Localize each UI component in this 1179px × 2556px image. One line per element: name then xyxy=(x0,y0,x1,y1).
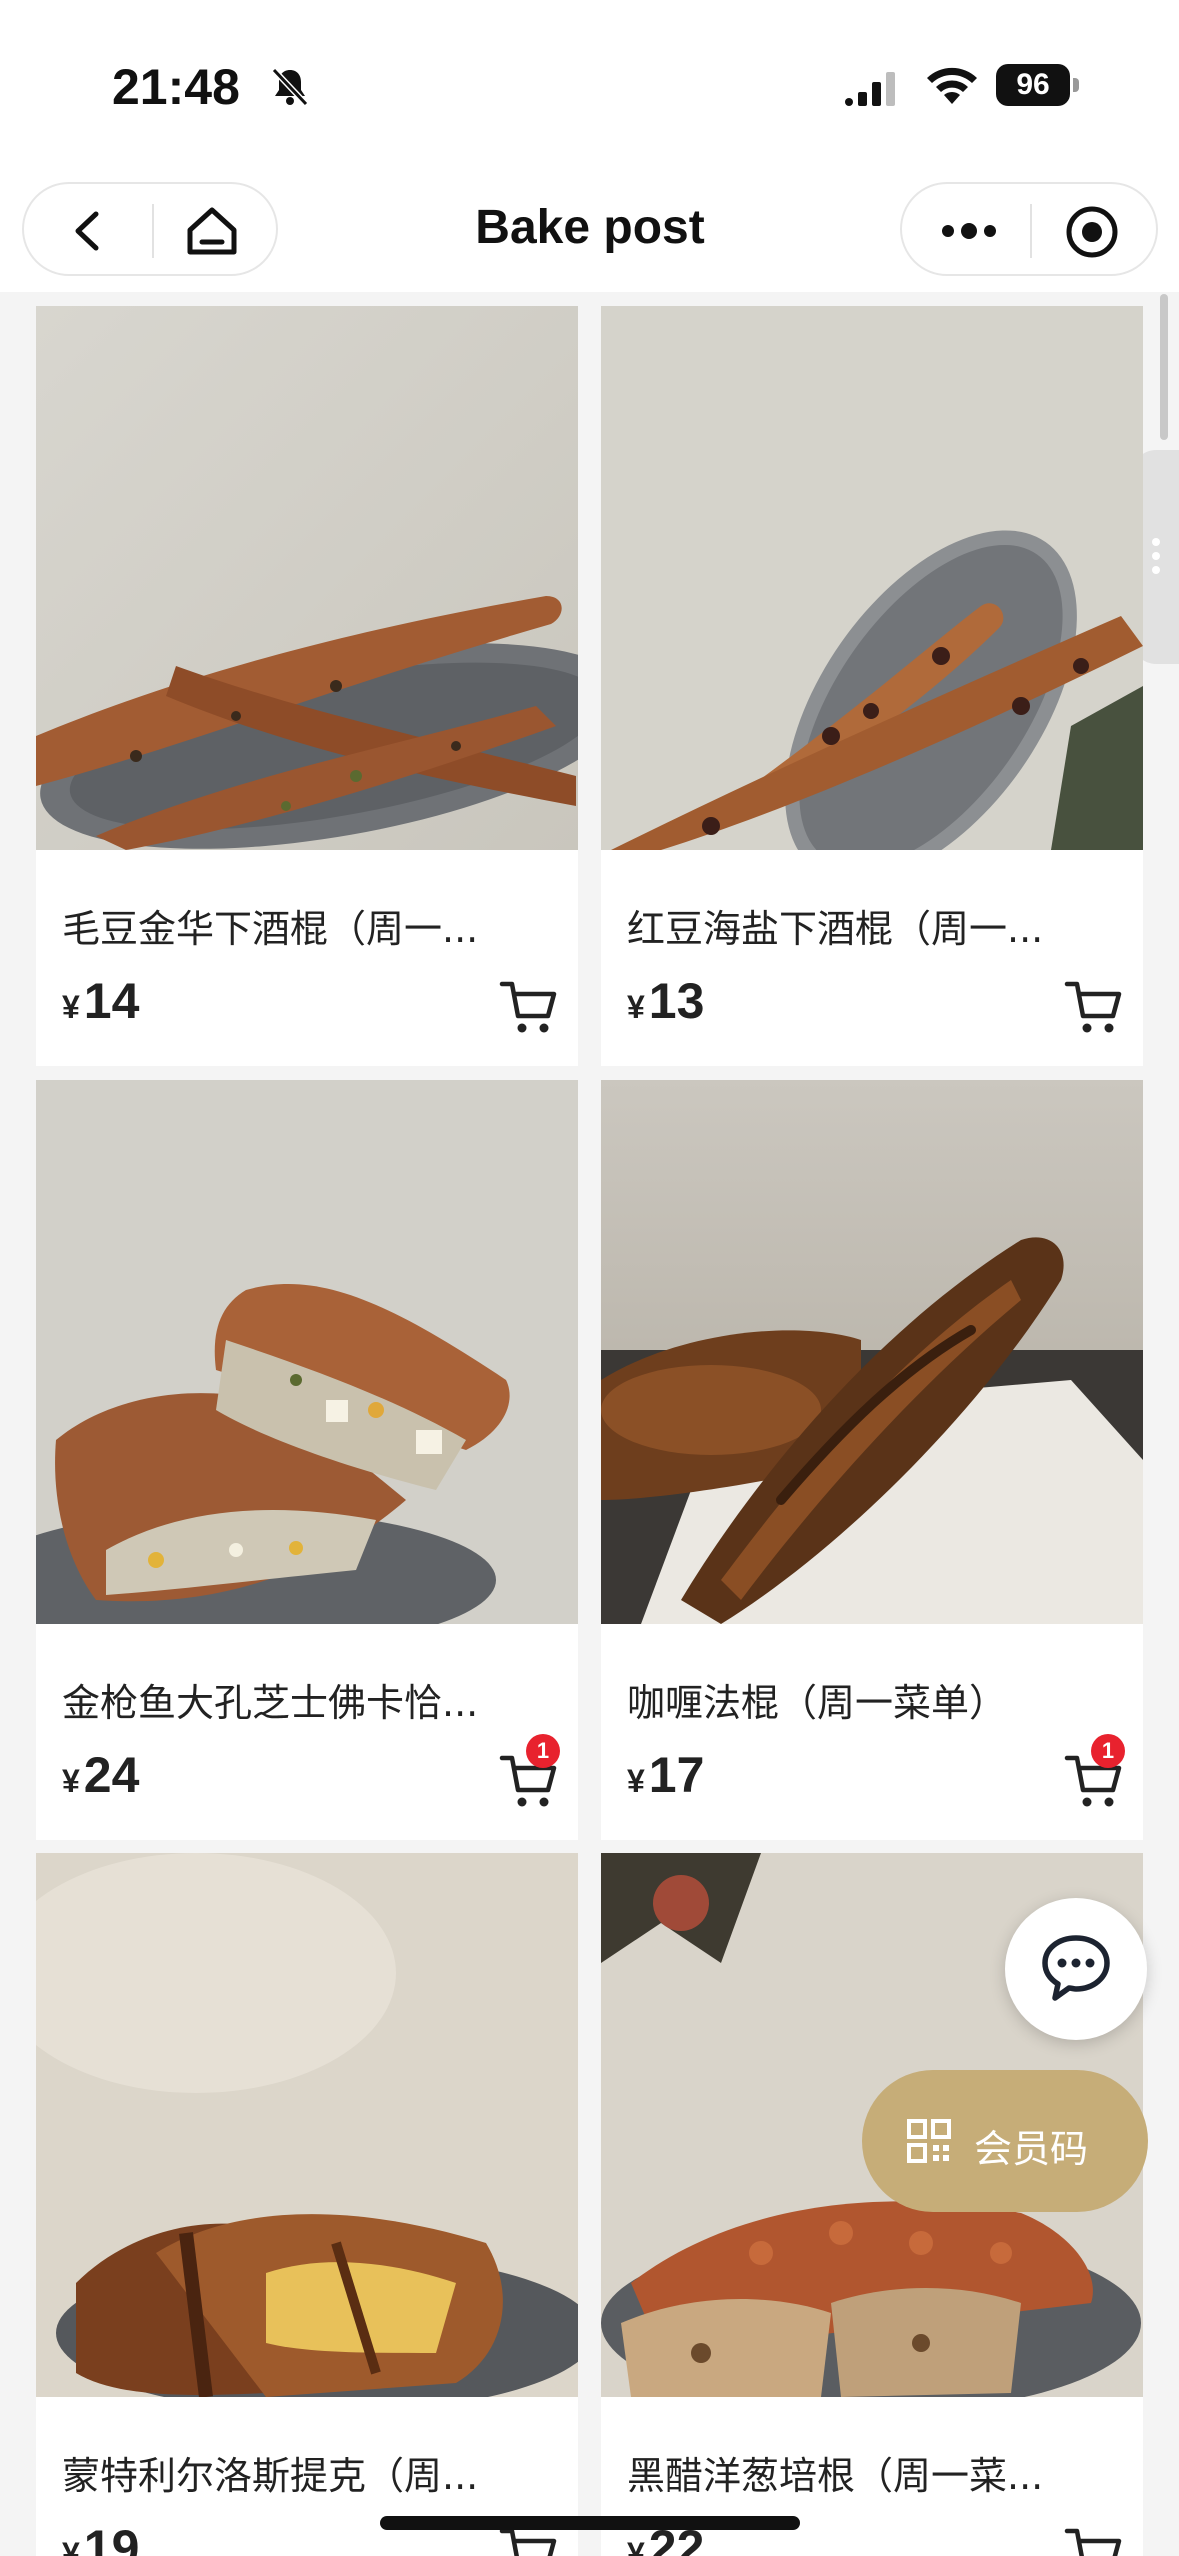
more-dots-icon[interactable] xyxy=(934,206,1004,256)
product-price: ¥13 xyxy=(627,972,704,1030)
price-value: 24 xyxy=(83,1747,140,1803)
product-image[interactable] xyxy=(601,1080,1143,1624)
product-name: 黑醋洋葱培根（周一菜... xyxy=(627,2454,1044,2498)
home-indicator xyxy=(380,2516,800,2530)
product-image[interactable] xyxy=(601,306,1143,850)
price-value: 13 xyxy=(648,973,705,1029)
product-name: 咖喱法棍（周一菜单） xyxy=(627,1681,1008,1725)
product-name: 红豆海盐下酒棍（周一... xyxy=(627,907,1044,951)
bell-muted-icon xyxy=(271,67,309,107)
product-name: 金枪鱼大孔芝士佛卡恰... xyxy=(62,1681,479,1725)
currency-symbol: ¥ xyxy=(62,1763,80,1799)
add-to-cart-icon[interactable] xyxy=(1063,2525,1125,2556)
battery-nub xyxy=(1073,78,1079,92)
cart-count-badge: 1 xyxy=(1091,1734,1125,1768)
product-name: 毛豆金华下酒棍（周一... xyxy=(62,907,479,951)
currency-symbol: ¥ xyxy=(627,1763,645,1799)
member-code-button[interactable]: 会员码 xyxy=(862,2070,1148,2212)
back-arrow-icon[interactable] xyxy=(64,206,114,256)
product-price: ¥14 xyxy=(62,972,139,1030)
product-name: 蒙特利尔洛斯提克（周... xyxy=(62,2454,479,2498)
product-card[interactable]: 毛豆金华下酒棍（周一... ¥14 xyxy=(36,306,578,1066)
wifi-icon xyxy=(927,67,977,104)
product-image[interactable] xyxy=(36,1853,578,2397)
nav-bar: Bake post xyxy=(0,170,1179,292)
cart-count-badge: 1 xyxy=(526,1734,560,1768)
price-value: 14 xyxy=(83,973,140,1029)
currency-symbol: ¥ xyxy=(627,2536,645,2556)
member-code-label: 会员码 xyxy=(974,2127,1089,2171)
product-card[interactable]: 金枪鱼大孔芝士佛卡恰... ¥24 1 xyxy=(36,1080,578,1840)
product-image[interactable] xyxy=(36,306,578,850)
capsule-divider xyxy=(1030,204,1032,258)
chat-bubble-icon xyxy=(1042,1935,1110,2001)
status-time: 21:48 xyxy=(112,59,240,115)
product-image[interactable] xyxy=(36,1080,578,1624)
scrollbar[interactable] xyxy=(1160,294,1168,440)
qr-code-icon xyxy=(907,2119,951,2163)
add-to-cart-icon[interactable] xyxy=(1063,978,1125,1036)
capsule-divider xyxy=(152,204,154,258)
product-price: ¥24 xyxy=(62,1746,139,1804)
status-bar: 21:48 96 xyxy=(0,0,1179,170)
product-price: ¥17 xyxy=(627,1746,704,1804)
battery-indicator: 96 xyxy=(996,64,1080,106)
customer-service-button[interactable] xyxy=(1005,1898,1147,2040)
currency-symbol: ¥ xyxy=(62,2536,80,2556)
product-card[interactable]: 咖喱法棍（周一菜单） ¥17 1 xyxy=(601,1080,1143,1840)
price-value: 17 xyxy=(648,1747,705,1803)
page-title: Bake post xyxy=(475,201,705,254)
currency-symbol: ¥ xyxy=(62,989,80,1025)
close-miniprogram-icon[interactable] xyxy=(1064,204,1120,260)
product-card[interactable]: 红豆海盐下酒棍（周一... ¥13 xyxy=(601,306,1143,1066)
battery-level: 96 xyxy=(996,64,1070,106)
price-value: 19 xyxy=(83,2520,140,2556)
nav-capsule-left xyxy=(22,182,278,276)
currency-symbol: ¥ xyxy=(627,989,645,1025)
home-icon[interactable] xyxy=(182,204,242,258)
product-card[interactable]: 蒙特利尔洛斯提克（周... ¥19 xyxy=(36,1853,578,2556)
add-to-cart-icon[interactable] xyxy=(498,978,560,1036)
product-price: ¥19 xyxy=(62,2519,139,2556)
cellular-signal-icon xyxy=(845,72,895,106)
nav-capsule-right xyxy=(900,182,1158,276)
